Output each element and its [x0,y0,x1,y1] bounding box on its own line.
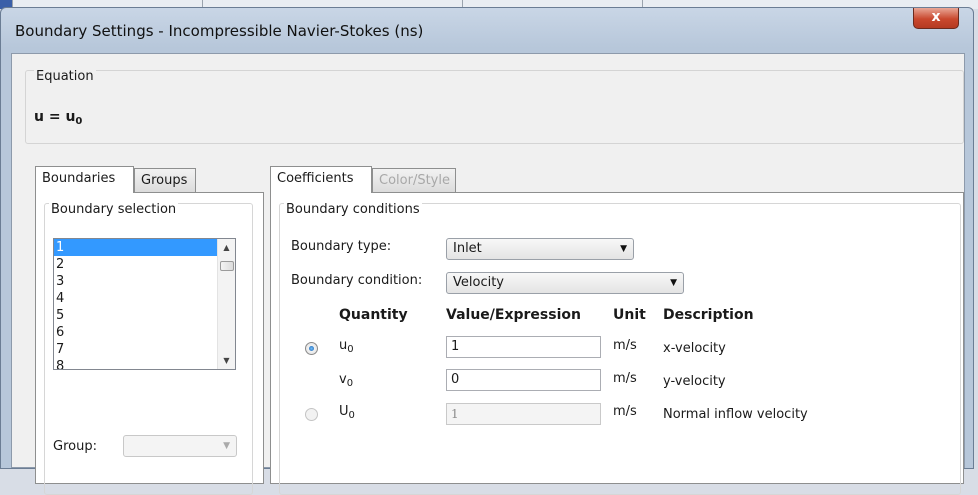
boundary-condition-select[interactable]: Velocity ▼ [446,272,684,294]
title-bar[interactable]: Boundary Settings - Incompressible Navie… [1,8,973,52]
tab-boundaries[interactable]: Boundaries [35,166,134,193]
boundary-type-label: Boundary type: [291,239,392,254]
listbox-scrollbar[interactable]: ▲ ▼ [217,239,235,369]
list-item[interactable]: 4 [54,290,235,307]
value-input-U0[interactable]: 1 [446,403,601,425]
header-unit: Unit [613,307,646,323]
header-description: Description [663,307,754,323]
list-item[interactable]: 6 [54,324,235,341]
boundary-conditions-label: Boundary conditions [284,202,422,217]
header-quantity: Quantity [339,307,408,323]
tab-coefficients[interactable]: Coefficients [270,166,372,193]
window-title: Boundary Settings - Incompressible Navie… [15,22,424,40]
boundary-settings-dialog: Boundary Settings - Incompressible Navie… [0,7,974,495]
list-item[interactable]: 1 [54,239,235,256]
value-input-u0[interactable]: 1 [446,336,601,358]
equation-group: Equation u = u0 [25,69,964,144]
close-icon: x [931,9,941,25]
unit-u0: m/s [613,338,637,353]
chevron-down-icon: ▼ [223,441,230,451]
list-item[interactable]: 8 [54,358,235,369]
description-u0: x-velocity [663,341,726,356]
dialog-content: Equation u = u0 Boundaries Groups Bounda… [11,53,965,495]
unit-U0: m/s [613,404,637,419]
quantity-v0: v0 [339,372,354,389]
chevron-down-icon: ▼ [620,244,627,254]
close-button[interactable]: x [913,8,959,29]
value-input-v0[interactable]: 0 [446,369,601,391]
radio-U0[interactable] [305,408,318,421]
tab-color-style[interactable]: Color/Style [372,168,456,192]
coefficients-panel: Boundary conditions Boundary type: Inlet… [270,192,964,495]
description-v0: y-velocity [663,374,726,389]
list-item[interactable]: 7 [54,341,235,358]
group-label: Group: [53,439,97,454]
equation-text: u = u0 [34,109,83,127]
scroll-thumb[interactable] [220,261,234,271]
scroll-down-icon[interactable]: ▼ [218,352,235,369]
equation-group-label: Equation [34,69,96,84]
scroll-up-icon[interactable]: ▲ [218,239,235,256]
boundary-condition-label: Boundary condition: [291,273,423,288]
chevron-down-icon: ▼ [670,278,677,288]
tab-groups[interactable]: Groups [134,168,196,192]
radio-u0[interactable] [305,342,318,355]
list-item[interactable]: 5 [54,307,235,324]
boundaries-panel: Boundary selection 1 2 3 4 5 6 7 8 ▲ ▼ G… [35,192,264,495]
group-select[interactable]: ▼ [123,435,237,457]
description-U0: Normal inflow velocity [663,407,808,422]
list-item[interactable]: 2 [54,256,235,273]
header-value: Value/Expression [446,307,581,323]
boundary-selection-label: Boundary selection [49,202,179,217]
quantity-U0: U0 [339,404,355,421]
list-item[interactable]: 3 [54,273,235,290]
unit-v0: m/s [613,371,637,386]
boundary-listbox[interactable]: 1 2 3 4 5 6 7 8 ▲ ▼ [53,238,236,370]
boundary-type-select[interactable]: Inlet ▼ [446,238,634,260]
quantity-u0: u0 [339,338,354,355]
